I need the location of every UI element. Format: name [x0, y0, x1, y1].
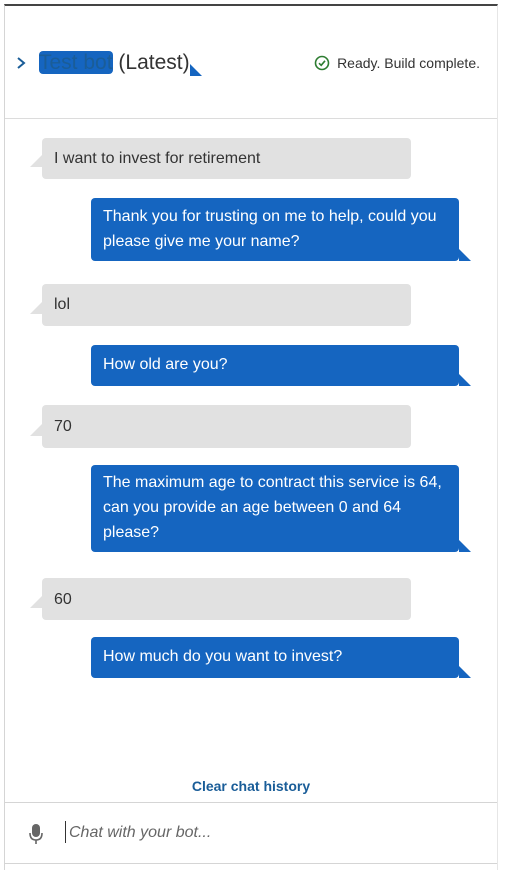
panel-header: Test bot (Latest) Ready. Build complete. [5, 6, 497, 119]
bot-version: (Latest) [118, 51, 190, 74]
microphone-icon[interactable] [29, 823, 43, 845]
chat-history: I want to invest for retirement Thank yo… [5, 118, 497, 802]
bot-message: How old are you? [91, 345, 471, 386]
clear-chat-history-link[interactable]: Clear chat history [5, 778, 497, 794]
status-text: Ready. Build complete. [337, 55, 480, 71]
chat-input-bar [5, 802, 497, 864]
bot-message: The maximum age to contract this service… [91, 465, 471, 552]
user-message: 60 [30, 578, 411, 620]
panel-title: Test bot (Latest) [39, 50, 190, 76]
chevron-right-icon[interactable] [15, 55, 27, 71]
test-bot-panel: Test bot (Latest) Ready. Build complete.… [4, 4, 498, 870]
text-cursor [65, 821, 66, 843]
check-circle-icon [314, 55, 330, 71]
build-status: Ready. Build complete. [314, 54, 480, 72]
bot-name: Test bot [39, 51, 113, 74]
user-message: 70 [30, 405, 411, 448]
user-message: lol [30, 284, 411, 326]
bot-message: How much do you want to invest? [91, 637, 471, 678]
user-message: I want to invest for retirement [30, 138, 411, 179]
bot-message: Thank you for trusting on me to help, co… [91, 198, 471, 261]
chat-input[interactable] [67, 817, 471, 849]
